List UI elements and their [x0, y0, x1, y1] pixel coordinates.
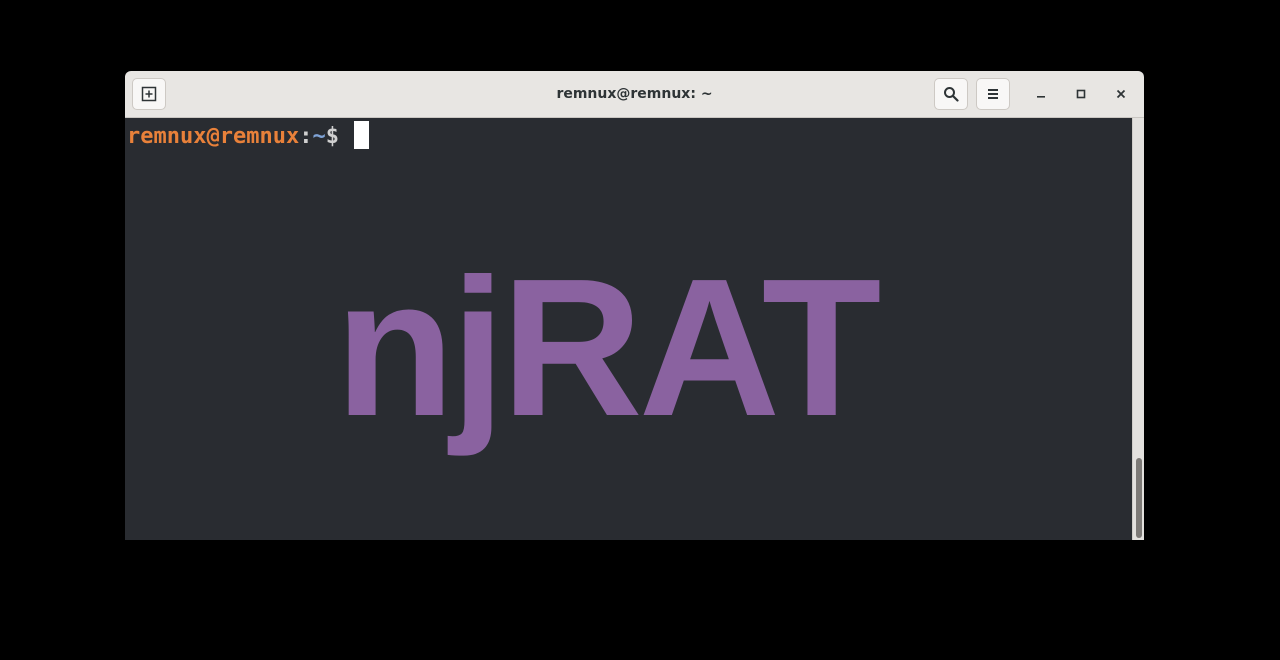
maximize-button[interactable]	[1068, 81, 1094, 107]
close-button[interactable]	[1108, 81, 1134, 107]
maximize-icon	[1075, 85, 1087, 104]
prompt-path: ~	[312, 124, 326, 149]
njrat-watermark: njRAT	[335, 238, 881, 457]
search-icon	[943, 86, 959, 102]
minimize-button[interactable]	[1028, 81, 1054, 107]
prompt-colon: :	[299, 124, 313, 149]
scrollbar-thumb[interactable]	[1136, 458, 1142, 538]
minimize-icon	[1035, 85, 1047, 104]
terminal-window: remnux@remnux: ~ remnux@remnux:~$ njRAT	[125, 71, 1144, 540]
new-tab-icon	[141, 86, 157, 102]
search-button[interactable]	[934, 78, 968, 110]
menu-button[interactable]	[976, 78, 1010, 110]
titlebar[interactable]: remnux@remnux: ~	[125, 71, 1144, 118]
new-tab-button[interactable]	[132, 78, 166, 110]
hamburger-menu-icon	[986, 87, 1000, 101]
terminal-area[interactable]: remnux@remnux:~$ njRAT	[125, 118, 1132, 540]
close-icon	[1115, 85, 1127, 104]
prompt-symbol: $	[325, 124, 353, 149]
text-cursor	[354, 121, 370, 149]
shell-prompt: remnux@remnux:~$	[127, 121, 370, 152]
prompt-user-host: remnux@remnux	[127, 124, 300, 149]
scrollbar[interactable]	[1132, 118, 1144, 540]
